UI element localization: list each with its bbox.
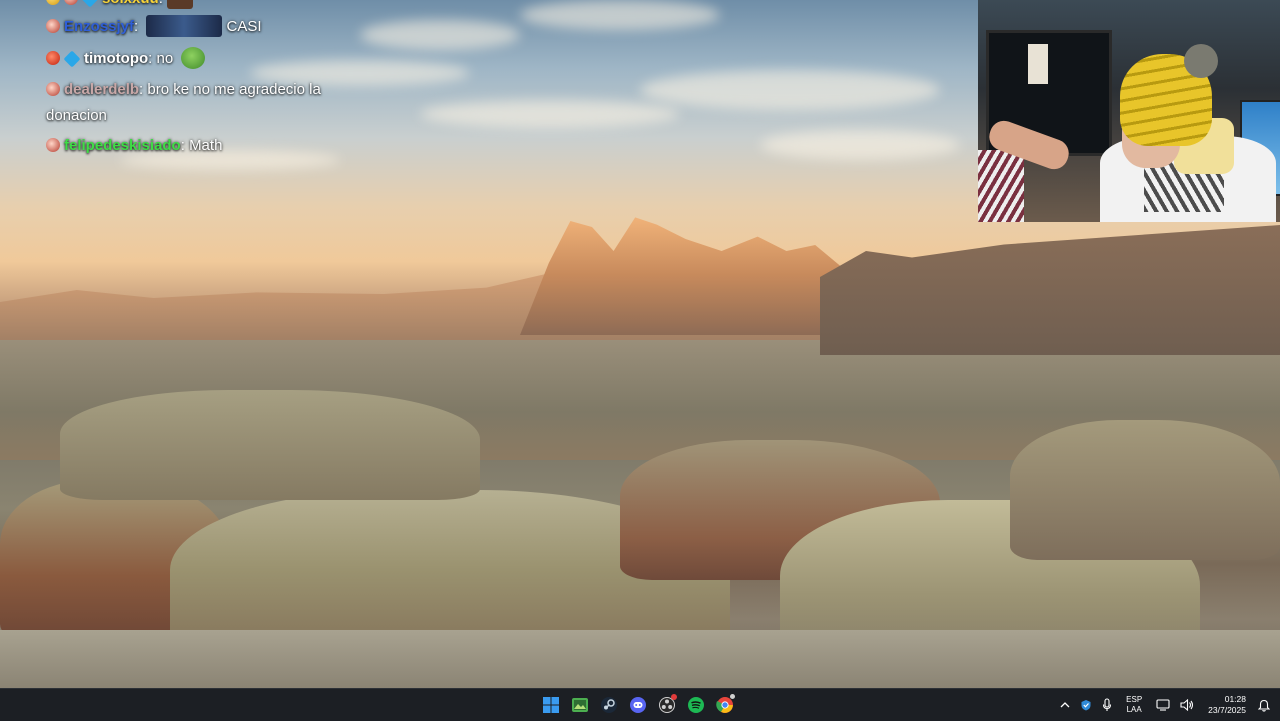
bits-badge-icon <box>46 0 60 5</box>
system-tray: ESP LAA 01:28 23/7/2025 <box>1050 689 1280 721</box>
chat-separator: : <box>159 0 163 7</box>
webcam-overlay <box>978 0 1280 222</box>
clock-time: 01:28 <box>1224 694 1246 704</box>
taskbar-apps <box>540 693 736 717</box>
chat-username: Enzossjyf <box>64 18 135 35</box>
chat-message: dealerdelb: bro ke no me agradecio la <box>46 79 321 101</box>
discord-icon[interactable] <box>627 693 649 717</box>
chevron-up-icon[interactable] <box>1060 701 1070 709</box>
vip-badge-icon <box>46 51 60 65</box>
chat-separator: : <box>180 137 185 154</box>
chat-username: felipedeskisiado <box>64 137 181 154</box>
taskbar: ESP LAA 01:28 23/7/2025 <box>0 688 1280 721</box>
subscriber-badge-icon <box>46 82 60 96</box>
chat-text: bro ke no me agradecio la <box>147 81 321 98</box>
emote-icon <box>181 47 206 69</box>
webcam-lamp <box>1028 44 1048 84</box>
chat-separator: : <box>134 18 139 35</box>
notifications-bell-icon[interactable] <box>1258 699 1270 712</box>
windows-start-icon[interactable] <box>540 693 562 717</box>
chat-message: felipedeskisiado: Math <box>46 135 222 157</box>
keyboard-layout: LAA <box>1126 705 1142 714</box>
steam-icon[interactable] <box>598 693 620 717</box>
chat-message: solxxuu: <box>46 0 193 10</box>
chat-username: timotopo <box>84 50 149 67</box>
subscriber-badge-icon <box>46 138 60 152</box>
subscriber-badge-icon <box>64 0 78 5</box>
chat-username: solxxuu <box>102 0 159 7</box>
chat-message-continuation: donacion <box>46 107 107 124</box>
prime-badge-icon <box>63 50 81 68</box>
profile-badge-icon <box>730 694 735 699</box>
chat-text: CASI <box>226 18 262 35</box>
chat-text: Math <box>189 137 223 154</box>
webcam-striped-cloth <box>978 150 1024 222</box>
chat-username: dealerdelb <box>64 81 140 98</box>
emote-icon <box>166 0 193 9</box>
clock[interactable]: 01:28 23/7/2025 <box>1208 694 1246 716</box>
emote-icon <box>146 15 223 37</box>
chrome-icon[interactable] <box>714 693 736 717</box>
volume-icon[interactable] <box>1180 699 1194 711</box>
language-code: ESP <box>1126 695 1143 704</box>
obs-icon[interactable] <box>656 693 678 717</box>
chat-separator: : <box>148 50 153 67</box>
notification-dot <box>671 694 677 700</box>
microphone-icon[interactable] <box>1102 698 1112 712</box>
security-shield-icon[interactable] <box>1080 699 1092 711</box>
webcam-pompom <box>1184 44 1218 78</box>
chat-message: Enzossjyf: CASI <box>46 15 262 38</box>
clock-date: 23/7/2025 <box>1208 705 1246 715</box>
subscriber-badge-icon <box>46 19 60 33</box>
chat-text: no <box>156 50 174 67</box>
spotify-icon[interactable] <box>685 693 707 717</box>
chat-separator: : <box>139 81 144 98</box>
language-indicator[interactable]: ESP LAA <box>1126 695 1142 715</box>
monitor-network-icon[interactable] <box>1156 699 1170 711</box>
photos-app-icon[interactable] <box>569 693 591 717</box>
chat-message: timotopo: no <box>46 47 206 70</box>
prime-badge-icon <box>81 0 99 8</box>
